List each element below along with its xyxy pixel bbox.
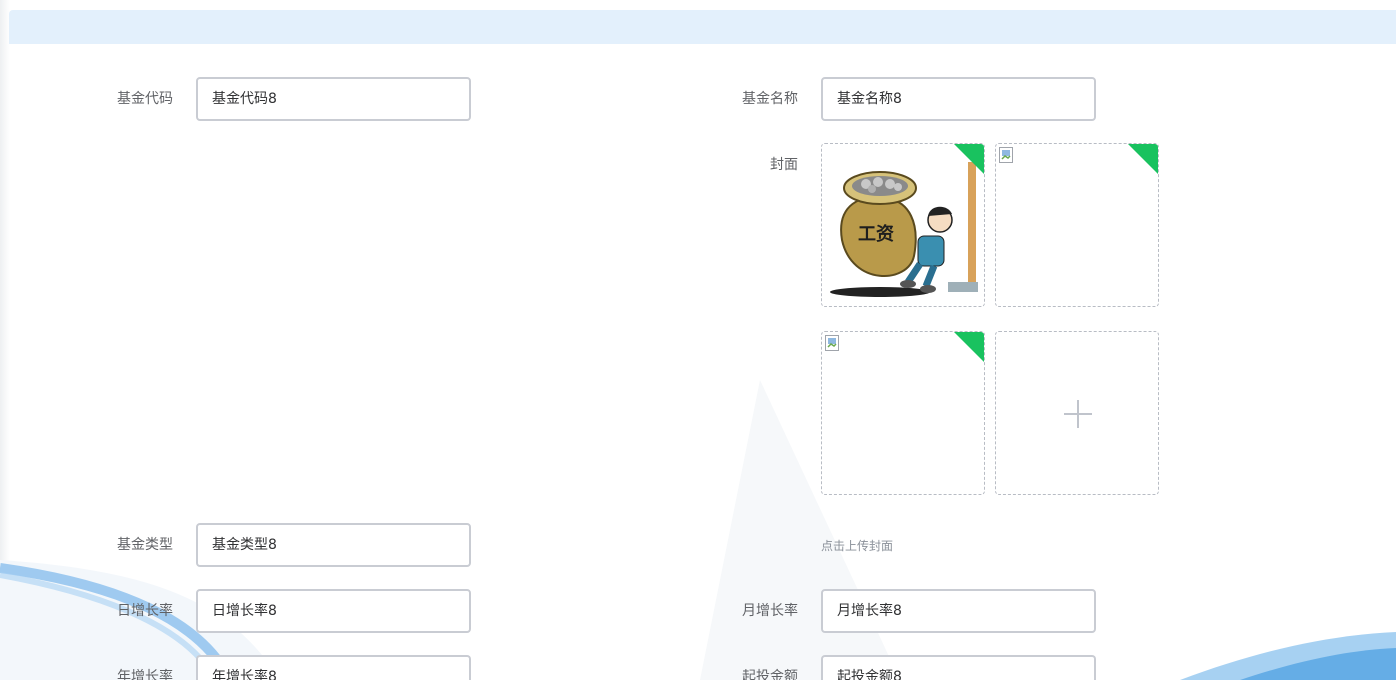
- monthly-growth-input[interactable]: 月增长率8: [821, 589, 1096, 633]
- annual-growth-label: 年增长率: [117, 669, 173, 680]
- image-bag-text: 工资: [858, 223, 894, 245]
- cover-label: 封面: [770, 157, 798, 173]
- fund-name-input[interactable]: 基金名称8: [821, 77, 1096, 121]
- upload-success-corner: [1128, 144, 1158, 174]
- broken-image-icon: [999, 147, 1013, 163]
- broken-image-icon: [825, 335, 839, 351]
- annual-growth-input[interactable]: 年增长率8: [196, 655, 471, 680]
- fund-code-input[interactable]: 基金代码8: [196, 77, 471, 121]
- cover-upload-button[interactable]: [995, 331, 1159, 495]
- min-investment-label: 起投金额: [742, 669, 798, 680]
- fund-type-input[interactable]: 基金类型8: [196, 523, 471, 567]
- cover-image-card-1[interactable]: 工资: [821, 143, 985, 307]
- cover-image-card-3[interactable]: [821, 331, 985, 495]
- upload-success-corner: [954, 332, 984, 362]
- fund-name-label: 基金名称: [742, 91, 798, 107]
- cover-upload-hint: 点击上传封面: [821, 539, 894, 553]
- fund-type-label: 基金类型: [117, 537, 173, 553]
- daily-growth-label: 日增长率: [117, 603, 173, 619]
- page: 基金代码 基金代码8 基金名称 基金名称8 封面 工资 点击上传封面 基金类型 …: [0, 0, 1396, 680]
- top-header-bar: [9, 10, 1396, 44]
- fund-code-label: 基金代码: [117, 91, 173, 107]
- cover-image-card-2[interactable]: [995, 143, 1159, 307]
- monthly-growth-label: 月增长率: [742, 603, 798, 619]
- plus-icon-vertical: [1077, 400, 1079, 428]
- upload-success-corner: [954, 144, 984, 174]
- daily-growth-input[interactable]: 日增长率8: [196, 589, 471, 633]
- min-investment-input[interactable]: 起投金额8: [821, 655, 1096, 680]
- left-edge-shadow: [0, 0, 10, 680]
